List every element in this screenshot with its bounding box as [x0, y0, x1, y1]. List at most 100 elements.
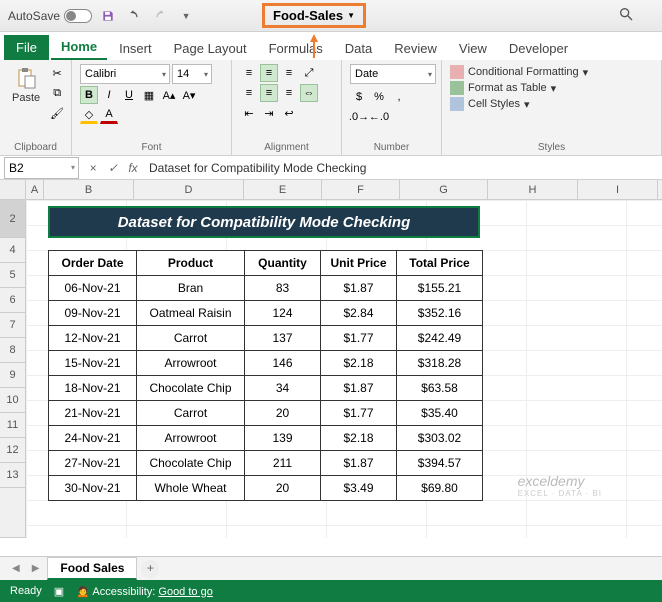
align-top-icon[interactable]: ≡	[240, 64, 258, 82]
col-header[interactable]: F	[322, 180, 400, 199]
col-header[interactable]: H	[488, 180, 578, 199]
save-icon[interactable]	[98, 6, 118, 26]
table-cell[interactable]: $1.87	[321, 376, 397, 401]
table-cell[interactable]: 24-Nov-21	[49, 426, 137, 451]
table-cell[interactable]: 139	[245, 426, 321, 451]
col-header[interactable]: B	[44, 180, 134, 199]
table-cell[interactable]: 15-Nov-21	[49, 351, 137, 376]
formula-input[interactable]: Dataset for Compatibility Mode Checking	[143, 161, 662, 175]
table-cell[interactable]: 12-Nov-21	[49, 326, 137, 351]
orientation-icon[interactable]: ⤢	[300, 64, 318, 82]
table-cell[interactable]: Chocolate Chip	[137, 451, 245, 476]
table-cell[interactable]: $63.58	[397, 376, 483, 401]
table-cell[interactable]: $394.57	[397, 451, 483, 476]
fill-color-button[interactable]: ◇	[80, 106, 98, 124]
table-cell[interactable]: $1.77	[321, 326, 397, 351]
row-header[interactable]: 11	[0, 413, 26, 438]
table-cell[interactable]: $2.18	[321, 426, 397, 451]
accept-formula-icon[interactable]: ✓	[103, 161, 123, 175]
qat-dropdown-icon[interactable]: ▼	[176, 6, 196, 26]
table-cell[interactable]: 06-Nov-21	[49, 276, 137, 301]
currency-icon[interactable]: $	[350, 88, 368, 106]
sheet-nav-prev-icon[interactable]: ◀	[8, 563, 24, 574]
table-cell[interactable]: Oatmeal Raisin	[137, 301, 245, 326]
table-cell[interactable]: 18-Nov-21	[49, 376, 137, 401]
table-cell[interactable]: Arrowroot	[137, 426, 245, 451]
table-cell[interactable]: $1.87	[321, 276, 397, 301]
spreadsheet-grid[interactable]: A B D E F G H I 2 4 5 6 7 8 9 10 11 12 1…	[0, 180, 662, 560]
table-cell[interactable]: $352.16	[397, 301, 483, 326]
row-header[interactable]: 8	[0, 338, 26, 363]
tab-insert[interactable]: Insert	[109, 37, 162, 60]
col-header[interactable]: A	[26, 180, 44, 199]
table-cell[interactable]: $2.18	[321, 351, 397, 376]
comma-icon[interactable]: ,	[390, 88, 408, 106]
row-header[interactable]: 5	[0, 263, 26, 288]
table-cell[interactable]: 137	[245, 326, 321, 351]
row-header[interactable]: 9	[0, 363, 26, 388]
row-header[interactable]: 2	[0, 200, 26, 238]
tab-review[interactable]: Review	[384, 37, 447, 60]
table-cell[interactable]: $3.49	[321, 476, 397, 501]
copy-icon[interactable]: ⧉	[48, 84, 66, 102]
row-header[interactable]: 10	[0, 388, 26, 413]
col-header[interactable]: E	[244, 180, 322, 199]
table-cell[interactable]: 83	[245, 276, 321, 301]
col-header[interactable]: G	[400, 180, 488, 199]
filename-dropdown[interactable]: Food-Sales ▼	[262, 3, 366, 28]
decrease-decimal-icon[interactable]: ←.0	[370, 108, 388, 126]
wrap-text-icon[interactable]: ↩	[280, 104, 298, 122]
table-cell[interactable]: 27-Nov-21	[49, 451, 137, 476]
increase-decimal-icon[interactable]: .0→	[350, 108, 368, 126]
paste-button[interactable]: Paste	[8, 64, 44, 106]
table-header[interactable]: Order Date	[49, 251, 137, 276]
conditional-formatting-button[interactable]: Conditional Formatting ▾	[450, 64, 653, 80]
font-name-combo[interactable]: Calibri	[80, 64, 170, 84]
table-cell[interactable]: $2.84	[321, 301, 397, 326]
table-cell[interactable]: $1.77	[321, 401, 397, 426]
name-box[interactable]: B2	[4, 157, 79, 179]
sheet-tab-food-sales[interactable]: Food Sales	[47, 557, 137, 580]
font-color-button[interactable]: A	[100, 106, 118, 124]
italic-button[interactable]: I	[100, 86, 118, 104]
table-cell[interactable]: 21-Nov-21	[49, 401, 137, 426]
increase-indent-icon[interactable]: ⇥	[260, 104, 278, 122]
table-cell[interactable]: 34	[245, 376, 321, 401]
cell-styles-button[interactable]: Cell Styles ▾	[450, 96, 653, 112]
tab-page-layout[interactable]: Page Layout	[164, 37, 257, 60]
align-left-icon[interactable]: ≡	[240, 84, 258, 102]
align-middle-icon[interactable]: ≡	[260, 64, 278, 82]
percent-icon[interactable]: %	[370, 88, 388, 106]
table-header[interactable]: Total Price	[397, 251, 483, 276]
border-button[interactable]: ▦	[140, 86, 158, 104]
decrease-indent-icon[interactable]: ⇤	[240, 104, 258, 122]
increase-font-icon[interactable]: A▴	[160, 86, 178, 104]
align-bottom-icon[interactable]: ≡	[280, 64, 298, 82]
row-header[interactable]: 4	[0, 238, 26, 263]
number-format-combo[interactable]: Date	[350, 64, 436, 84]
table-cell[interactable]: 09-Nov-21	[49, 301, 137, 326]
cells-area[interactable]: Dataset for Compatibility Mode Checking …	[26, 200, 662, 538]
table-cell[interactable]: 20	[245, 476, 321, 501]
search-icon[interactable]	[618, 6, 654, 25]
font-size-combo[interactable]: 14	[172, 64, 212, 84]
align-center-icon[interactable]: ≡	[260, 84, 278, 102]
format-as-table-button[interactable]: Format as Table ▾	[450, 80, 653, 96]
table-cell[interactable]: $69.80	[397, 476, 483, 501]
sheet-nav-next-icon[interactable]: ▶	[28, 563, 44, 574]
col-header[interactable]: D	[134, 180, 244, 199]
cancel-formula-icon[interactable]: ×	[83, 161, 103, 175]
merge-button[interactable]: ⇔	[300, 84, 318, 102]
row-header[interactable]: 6	[0, 288, 26, 313]
table-header[interactable]: Product	[137, 251, 245, 276]
fx-icon[interactable]: fx	[123, 161, 143, 175]
status-record-icon[interactable]: ▣	[54, 585, 64, 598]
table-cell[interactable]: Carrot	[137, 401, 245, 426]
row-header[interactable]: 12	[0, 438, 26, 463]
table-cell[interactable]: $1.87	[321, 451, 397, 476]
table-cell[interactable]: Bran	[137, 276, 245, 301]
merged-title-cell[interactable]: Dataset for Compatibility Mode Checking	[48, 206, 480, 238]
table-cell[interactable]: 146	[245, 351, 321, 376]
table-cell[interactable]: Carrot	[137, 326, 245, 351]
table-cell[interactable]: Whole Wheat	[137, 476, 245, 501]
